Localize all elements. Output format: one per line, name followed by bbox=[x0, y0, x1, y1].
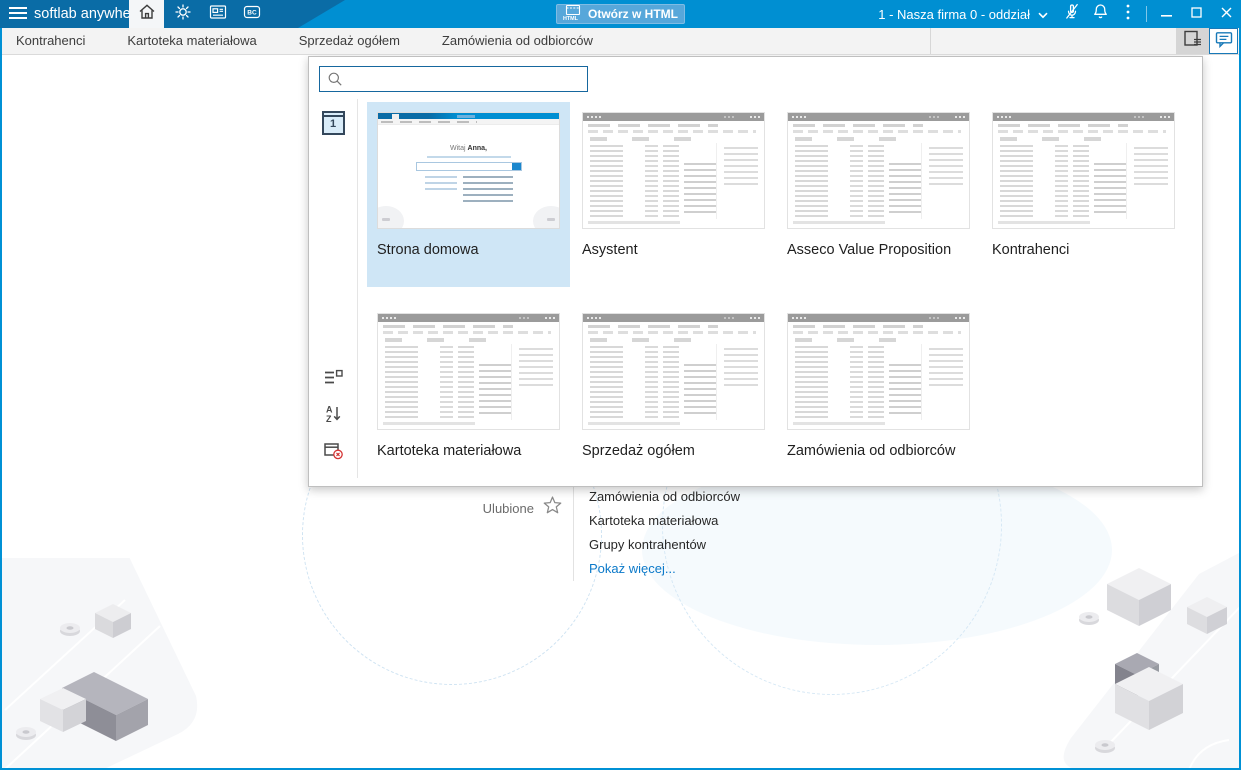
bc-icon: BC bbox=[242, 2, 262, 27]
tab-home[interactable] bbox=[129, 0, 164, 28]
tile-label: Asystent bbox=[582, 242, 638, 258]
search-box bbox=[319, 66, 588, 92]
minimize-icon bbox=[1160, 5, 1172, 23]
chevron-down-icon bbox=[1038, 7, 1048, 22]
tab-zamowienia-od-odbiorcow[interactable]: Zamówienia od odbiorców bbox=[428, 28, 607, 54]
close-button[interactable] bbox=[1211, 0, 1241, 28]
tile-asystent[interactable]: Asystent bbox=[572, 102, 775, 287]
open-in-html-label: Otwórz w HTML bbox=[588, 7, 678, 21]
thumbnail-greeting: Witaj Anna, bbox=[450, 145, 487, 152]
favorites-section: Ulubione Zamówienia od odbiorców Kartote… bbox=[2, 485, 1239, 595]
table-page-thumbnail bbox=[377, 313, 560, 430]
table-page-thumbnail bbox=[787, 112, 970, 229]
microphone-muted-button[interactable] bbox=[1058, 0, 1086, 28]
table-page-thumbnail bbox=[787, 313, 970, 430]
notifications-button[interactable] bbox=[1086, 0, 1114, 28]
favorites-label: Ulubione bbox=[482, 501, 534, 516]
bell-icon bbox=[1091, 2, 1110, 26]
window-count-badge[interactable]: 1 bbox=[321, 111, 345, 135]
tile-label: Sprzedaż ogółem bbox=[582, 443, 695, 459]
close-icon bbox=[1221, 5, 1232, 23]
window-switcher-panel: 1 A Z Witaj Anna, Strona domowa Asystent… bbox=[308, 56, 1203, 487]
window-frame: Kontrahenci Kartoteka materiałowa Sprzed… bbox=[0, 28, 1241, 770]
panel-left-rail: 1 A Z bbox=[309, 99, 358, 478]
svg-text:Z: Z bbox=[326, 414, 332, 423]
svg-text:A: A bbox=[326, 405, 333, 415]
app-window: softlab anywhere BC HTML Otwórz w HTML 1… bbox=[0, 0, 1241, 770]
tile-label: Asseco Value Proposition bbox=[787, 242, 952, 258]
hamburger-menu-icon[interactable] bbox=[9, 7, 27, 21]
news-button[interactable] bbox=[201, 0, 235, 28]
close-windows-icon bbox=[323, 441, 344, 465]
company-selector-label: 1 - Nasza firma 0 - oddział bbox=[878, 6, 1030, 22]
sort-az-icon: A Z bbox=[323, 404, 343, 428]
table-page-thumbnail bbox=[582, 313, 765, 430]
tile-label: Zamówienia od odbiorców bbox=[787, 443, 956, 459]
home-page-thumbnail: Witaj Anna, bbox=[377, 112, 560, 229]
tile-kartoteka-materialowa[interactable]: Kartoteka materiałowa bbox=[367, 303, 570, 488]
table-page-thumbnail bbox=[582, 112, 765, 229]
tile-kontrahenci[interactable]: Kontrahenci bbox=[982, 102, 1185, 287]
tile-label: Kartoteka materiałowa bbox=[377, 443, 522, 459]
titlebar-right-cluster: 1 - Nasza firma 0 - oddział bbox=[878, 0, 1241, 28]
more-options-button[interactable] bbox=[1114, 0, 1142, 28]
open-windows-list-button[interactable] bbox=[1176, 28, 1209, 54]
titlebar-separator bbox=[1146, 6, 1147, 22]
tile-zamowienia-od-odbiorcow[interactable]: Zamówienia od odbiorców bbox=[777, 303, 980, 488]
star-icon[interactable] bbox=[543, 496, 562, 519]
tile-sprzedaz-ogolem[interactable]: Sprzedaż ogółem bbox=[572, 303, 775, 488]
main-content: Ulubione Zamówienia od odbiorców Kartote… bbox=[2, 55, 1239, 768]
favorite-item[interactable]: Zamówienia od odbiorców bbox=[589, 485, 740, 509]
tab-kartoteka-materialowa[interactable]: Kartoteka materiałowa bbox=[113, 28, 270, 54]
list-view-button[interactable] bbox=[323, 369, 343, 391]
mic-off-icon bbox=[1062, 2, 1082, 26]
svg-text:BC: BC bbox=[247, 9, 257, 16]
close-all-windows-button[interactable] bbox=[323, 441, 344, 465]
sun-icon bbox=[173, 2, 193, 27]
favorites-divider bbox=[573, 487, 574, 581]
tile-strona-domowa[interactable]: Witaj Anna, Strona domowa bbox=[367, 102, 570, 287]
sort-az-button[interactable]: A Z bbox=[323, 404, 343, 428]
list-view-icon bbox=[323, 369, 343, 391]
toolbar-separator bbox=[930, 28, 931, 54]
html-window-icon: HTML bbox=[563, 4, 582, 24]
titlebar: softlab anywhere BC HTML Otwórz w HTML 1… bbox=[0, 0, 1241, 28]
table-page-thumbnail bbox=[992, 112, 1175, 229]
maximize-icon bbox=[1190, 5, 1202, 23]
tab-sprzedaz-ogolem[interactable]: Sprzedaż ogółem bbox=[285, 28, 414, 54]
favorite-item[interactable]: Grupy kontrahentów bbox=[589, 533, 740, 557]
chat-bubble-icon bbox=[1214, 30, 1234, 53]
tab-kontrahenci[interactable]: Kontrahenci bbox=[2, 28, 99, 54]
window-tiles-grid: Witaj Anna, Strona domowa Asystent Assec… bbox=[367, 102, 1185, 488]
home-icon bbox=[137, 2, 157, 26]
minimize-button[interactable] bbox=[1151, 0, 1181, 28]
windows-list-icon bbox=[1182, 29, 1203, 53]
tile-asseco-value-proposition[interactable]: Asseco Value Proposition bbox=[777, 102, 980, 287]
show-more-link[interactable]: Pokaż więcej... bbox=[589, 557, 676, 581]
search-input[interactable] bbox=[348, 67, 587, 91]
svg-text:HTML: HTML bbox=[563, 16, 579, 21]
newspaper-icon bbox=[208, 2, 228, 27]
chat-panel-button[interactable] bbox=[1209, 28, 1238, 54]
app-title: softlab anywhere bbox=[34, 6, 144, 22]
assistant-button[interactable] bbox=[166, 0, 200, 28]
kebab-menu-icon bbox=[1125, 3, 1131, 26]
bc-module-button[interactable]: BC bbox=[235, 0, 269, 28]
tile-label: Kontrahenci bbox=[992, 242, 1070, 258]
company-selector[interactable]: 1 - Nasza firma 0 - oddział bbox=[878, 7, 1048, 22]
maximize-button[interactable] bbox=[1181, 0, 1211, 28]
open-in-html-button[interactable]: HTML Otwórz w HTML bbox=[556, 4, 685, 24]
search-icon bbox=[327, 71, 343, 87]
favorites-list: Zamówienia od odbiorców Kartoteka materi… bbox=[589, 485, 740, 581]
favorite-item[interactable]: Kartoteka materiałowa bbox=[589, 509, 740, 533]
tile-label: Strona domowa bbox=[377, 242, 479, 258]
open-tabs-bar: Kontrahenci Kartoteka materiałowa Sprzed… bbox=[2, 28, 1239, 55]
